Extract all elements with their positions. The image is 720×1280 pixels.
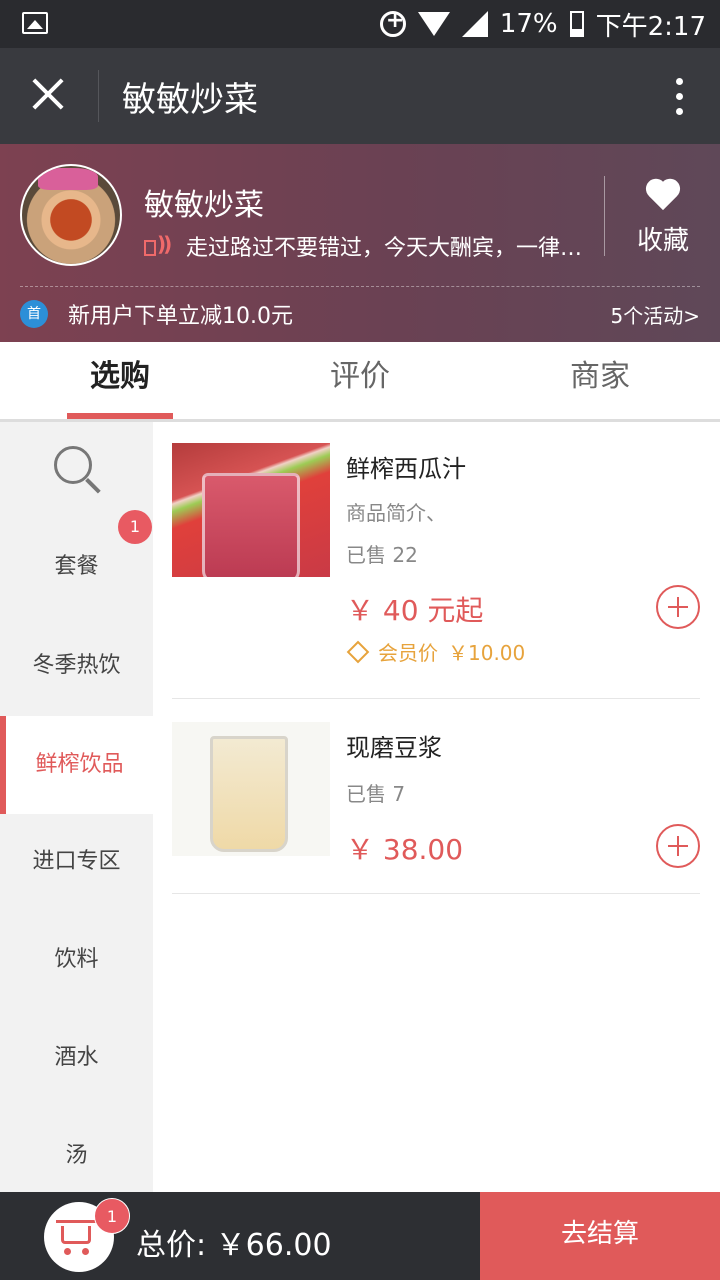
tab-shop[interactable]: 选购: [0, 342, 240, 419]
shop-name: 敏敏炒菜: [144, 188, 264, 223]
category-item-imported[interactable]: 进口专区: [0, 813, 153, 911]
shop-notice: 走过路过不要错过，今天大酬宾，一律五折: [144, 230, 594, 262]
checkout-button[interactable]: 去结算: [480, 1192, 720, 1280]
member-price: 会员价 ￥10.00: [346, 637, 525, 666]
add-to-cart-button[interactable]: [656, 585, 700, 629]
image-notification-icon: [22, 12, 48, 34]
activities-link[interactable]: 5个活动>: [611, 300, 700, 329]
more-menu-icon[interactable]: [676, 78, 684, 116]
clock: 下午2:17: [595, 11, 706, 42]
battery-percent: 17%: [499, 9, 558, 39]
checkout-bar: 1 总价: ￥66.00 去结算: [0, 1192, 720, 1280]
member-price-label: 会员价: [378, 641, 438, 665]
signal-icon: [461, 11, 488, 37]
notice-text: 走过路过不要错过，今天大酬宾，一律五折: [186, 236, 586, 261]
product-image-soy-milk[interactable]: [172, 722, 330, 856]
cart-icon: [56, 1220, 96, 1223]
category-item-beverages[interactable]: 饮料: [0, 911, 153, 1009]
wifi-icon: [417, 12, 450, 36]
status-icons: 17% 下午2:17: [379, 6, 706, 42]
product-image-watermelon-juice[interactable]: [172, 443, 330, 577]
first-order-badge: 首: [20, 300, 48, 328]
product-name: 现磨豆浆: [346, 734, 442, 762]
data-saver-icon: [379, 8, 406, 37]
diamond-icon: [346, 640, 370, 663]
dashed-divider: [20, 286, 700, 287]
title-bar: 敏敏炒菜: [0, 48, 720, 144]
close-icon[interactable]: [26, 72, 70, 116]
shop-avatar: [20, 164, 122, 266]
product-name: 鲜榨西瓜汁: [346, 455, 466, 483]
product-price: ￥ 40 元起: [346, 594, 484, 627]
favorite-label: 收藏: [636, 226, 689, 256]
tab-merchant[interactable]: 商家: [480, 342, 720, 419]
heart-icon: [645, 180, 681, 212]
battery-icon: [569, 11, 584, 37]
favorite-button[interactable]: 收藏: [626, 180, 700, 270]
product-item[interactable]: 鲜榨西瓜汁 商品简介、 已售 22 ￥ 40 元起 会员价 ￥10.00: [172, 443, 700, 699]
status-bar: 17% 下午2:17: [0, 0, 720, 48]
header-divider: [604, 176, 605, 256]
tab-reviews[interactable]: 评价: [240, 342, 480, 419]
page-title: 敏敏炒菜: [122, 81, 258, 119]
add-to-cart-button[interactable]: [656, 824, 700, 868]
member-price-value: ￥10.00: [448, 641, 526, 665]
cart-count-badge: 1: [94, 1198, 130, 1234]
product-price: ￥ 38.00: [346, 833, 464, 866]
product-sold: 已售 22: [346, 543, 418, 567]
promo-text: 新用户下单立减10.0元: [68, 304, 293, 329]
title-divider: [98, 70, 99, 122]
product-desc: 商品简介、: [346, 501, 446, 525]
promo-bar[interactable]: 首 新用户下单立减10.0元 5个活动>: [20, 298, 700, 330]
category-item-fresh-juice[interactable]: 鲜榨饮品: [0, 716, 153, 814]
product-item[interactable]: 现磨豆浆 已售 7 ￥ 38.00: [172, 722, 700, 894]
search-icon[interactable]: [54, 446, 104, 496]
category-item-alcohol[interactable]: 酒水: [0, 1009, 153, 1107]
total-price: 总价: ￥66.00: [136, 1228, 332, 1263]
category-item-winter-hot-drinks[interactable]: 冬季热饮: [0, 617, 153, 715]
tab-bar: 选购 评价 商家: [0, 342, 720, 422]
speaker-icon: [144, 232, 176, 260]
category-item-soup[interactable]: 汤: [0, 1107, 153, 1205]
category-count-badge: 1: [118, 510, 152, 544]
shop-header: 敏敏炒菜 走过路过不要错过，今天大酬宾，一律五折 收藏 首 新用户下单立减10.…: [0, 144, 720, 342]
product-sold: 已售 7: [346, 782, 406, 806]
